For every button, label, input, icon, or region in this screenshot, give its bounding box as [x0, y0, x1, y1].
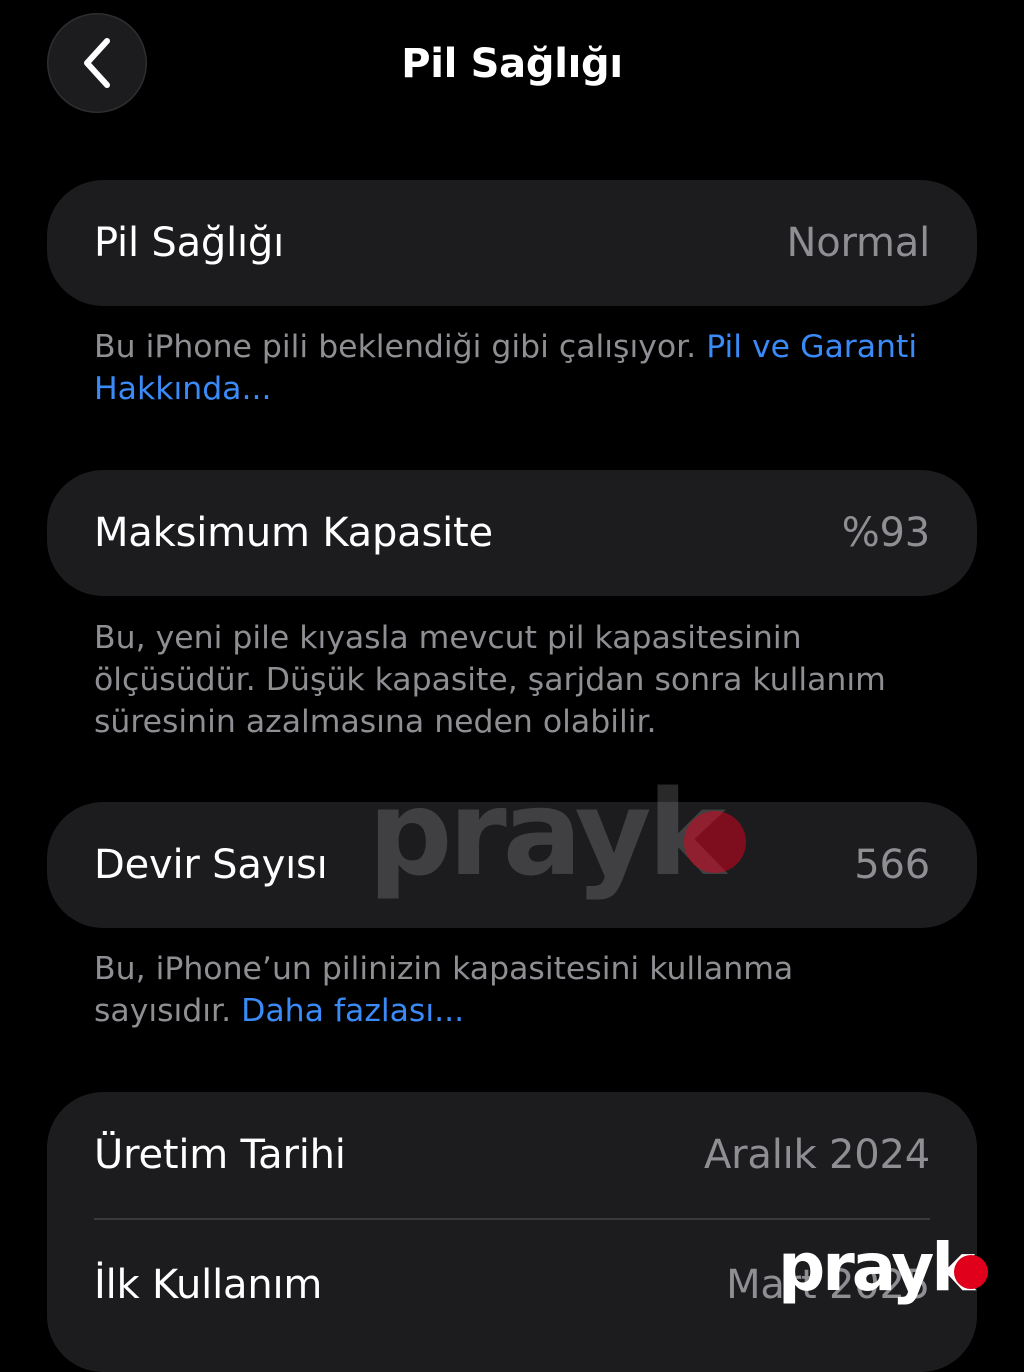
battery-health-card: Pil Sağlığı Normal — [47, 180, 977, 306]
cycle-count-row: Devir Sayısı 566 — [47, 802, 977, 928]
battery-health-footnote: Bu iPhone pili beklendiği gibi çalışıyor… — [94, 326, 934, 410]
battery-health-note: Bu iPhone pili beklendiği gibi çalışıyor… — [94, 329, 697, 365]
page-title: Pil Sağlığı — [401, 41, 623, 87]
max-capacity-row: Maksimum Kapasite %93 — [47, 470, 977, 596]
dates-card: Üretim Tarihi Aralık 2024 İlk Kullanım M… — [47, 1092, 977, 1372]
max-capacity-note: Bu, yeni pile kıyasla mevcut pil kapasit… — [94, 620, 886, 740]
battery-health-row: Pil Sağlığı Normal — [47, 180, 977, 306]
first-use-value: Mart 2025 — [726, 1262, 930, 1308]
battery-health-label: Pil Sağlığı — [94, 220, 285, 266]
cycle-count-footnote: Bu, iPhone’un pilinizin kapasitesini kul… — [94, 948, 934, 1032]
battery-health-value: Normal — [786, 220, 930, 266]
learn-more-link[interactable]: Daha fazlası... — [241, 993, 464, 1029]
manufacture-date-row: Üretim Tarihi Aralık 2024 — [47, 1092, 977, 1218]
manufacture-date-value: Aralık 2024 — [703, 1132, 930, 1178]
max-capacity-label: Maksimum Kapasite — [94, 510, 493, 556]
max-capacity-value: %93 — [841, 510, 931, 556]
manufacture-date-label: Üretim Tarihi — [94, 1132, 346, 1178]
navigation-bar: Pil Sağlığı — [0, 0, 1024, 130]
cycle-count-value: 566 — [854, 842, 930, 888]
cycle-count-card: Devir Sayısı 566 — [47, 802, 977, 928]
max-capacity-card: Maksimum Kapasite %93 — [47, 470, 977, 596]
max-capacity-footnote: Bu, yeni pile kıyasla mevcut pil kapasit… — [94, 617, 934, 743]
cycle-count-label: Devir Sayısı — [94, 842, 328, 888]
first-use-row: İlk Kullanım Mart 2025 — [47, 1220, 977, 1350]
first-use-label: İlk Kullanım — [94, 1262, 323, 1308]
